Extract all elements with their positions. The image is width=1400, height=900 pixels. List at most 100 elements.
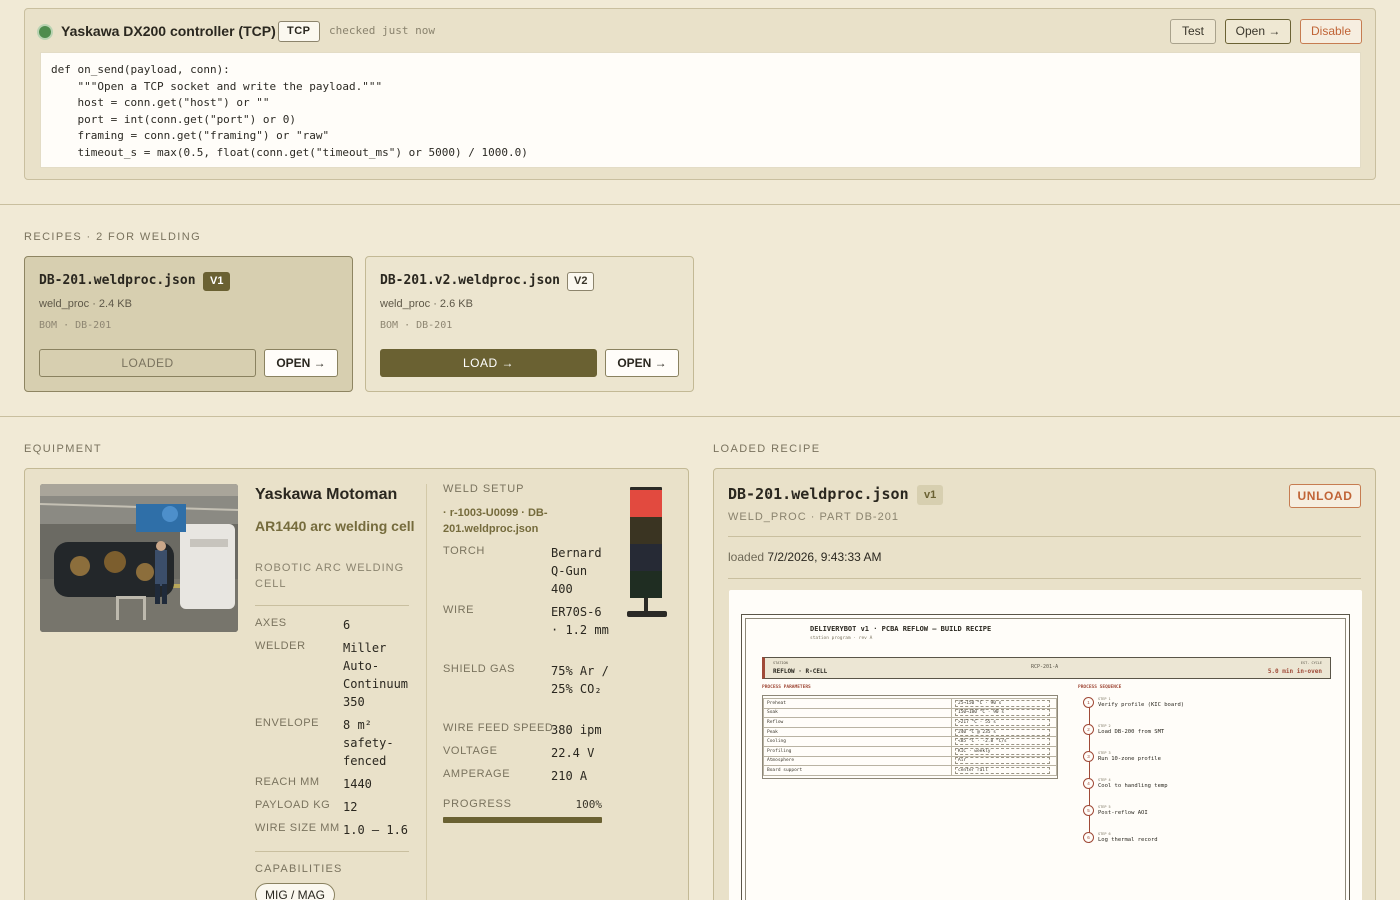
param-row: Preheat 25→150 °C · 90 s: [763, 698, 1057, 709]
weld-setup-heading: WELD SETUP: [443, 483, 525, 495]
unload-button[interactable]: UNLOAD: [1289, 484, 1361, 508]
step-text: Log thermal record: [1098, 837, 1158, 843]
station-bar: STATION REFLOW · R-CELL RCP-201-A EST. C…: [762, 657, 1331, 679]
param-value: 22.4 V: [551, 746, 595, 760]
version-badge: V2: [567, 272, 595, 291]
step-label: STEP 2: [1098, 724, 1111, 728]
param-key: TORCH: [443, 545, 485, 557]
loaded-time: 7/2/2026, 9:43:33 AM: [767, 550, 882, 564]
recipe-meta: weld_proc · 2.4 KB: [39, 298, 132, 310]
param-row: Reflow >217 °C · 55 s: [763, 717, 1057, 728]
step-label: STEP 3: [1098, 751, 1111, 755]
divider: [0, 204, 1400, 205]
divider: [255, 605, 409, 606]
loaded-status-button[interactable]: LOADED: [39, 349, 256, 377]
param-row: Soak 150→180 °C · 90 s: [763, 707, 1057, 719]
open-recipe-button[interactable]: OPEN →: [605, 349, 679, 377]
disable-button[interactable]: Disable: [1300, 19, 1362, 44]
test-button[interactable]: Test: [1170, 19, 1216, 44]
spec-value: 12: [343, 800, 358, 814]
sequence-heading: PROCESS SEQUENCE: [1078, 685, 1122, 690]
recipe-name: DB-201.v2.weldproc.json: [380, 273, 561, 288]
load-recipe-button[interactable]: LOAD →: [380, 349, 597, 377]
recipe-card-v2[interactable]: DB-201.v2.weldproc.json V2 weld_proc · 2…: [365, 256, 694, 392]
equipment-model: AR1440 arc welding cell: [255, 518, 415, 534]
protocol-badge: TCP: [278, 21, 320, 42]
spec-value: 1440: [343, 777, 372, 791]
loaded-recipe-heading: LOADED RECIPE: [713, 443, 821, 455]
step-text: Load DB-200 from SMT: [1098, 729, 1165, 735]
cycle-label: EST. CYCLE: [1300, 661, 1322, 665]
connector-panel: Yaskawa DX200 controller (TCP) TCP check…: [24, 8, 1376, 180]
step-text: Verify profile (KIC board): [1098, 702, 1185, 708]
spec-key: REACH MM: [255, 776, 320, 788]
param-value: ER70S-6 · 1.2 mm: [551, 605, 609, 637]
param-row: Board support center rail: [763, 765, 1057, 776]
loaded-recipe-name: DB-201.weldproc.json: [728, 485, 909, 503]
step-item: 5: [1083, 805, 1094, 816]
equipment-panel: Yaskawa Motoman AR1440 arc welding cell …: [24, 468, 689, 900]
recipe-code: RCP-201-A: [1031, 664, 1059, 670]
open-connector-button[interactable]: Open →: [1225, 19, 1291, 44]
params-table: Preheat 25→150 °C · 90 s Soak 150→180 °C ·…: [762, 695, 1058, 779]
step-label: STEP 1: [1098, 697, 1111, 701]
capabilities-heading: CAPABILITIES: [255, 863, 343, 875]
recipe-document-preview[interactable]: DELIVERYBOT v1 · PCBA REFLOW — BUILD REC…: [729, 590, 1362, 900]
step-text: Cool to handling temp: [1098, 783, 1168, 789]
param-row: Peak 240 °C @ 235 s: [763, 726, 1057, 738]
recipes-heading: RECIPES · 2 FOR WELDING: [24, 231, 202, 243]
cycle-value: 5.0 min in-oven: [1267, 668, 1322, 675]
equipment-heading: EQUIPMENT: [24, 443, 102, 455]
step-label: STEP 6: [1098, 832, 1111, 836]
param-value: 380 ipm: [551, 723, 602, 737]
spec-value: 8 m² safety-fenced: [343, 718, 394, 768]
version-badge: V1: [203, 272, 231, 291]
param-row: Cooling <85 °C · -2.8 °C/s: [763, 736, 1057, 747]
divider: [0, 416, 1400, 417]
step-item: 6: [1083, 832, 1094, 843]
progress-bar: [443, 817, 602, 823]
param-row: Profiling KIC · weekly: [763, 745, 1057, 757]
step-text: Run 10-zone profile: [1098, 756, 1161, 762]
param-value: Bernard Q-Gun 400: [551, 546, 602, 596]
progress-label: PROGRESS: [443, 798, 512, 810]
recipe-bom: BOM · DB-201: [39, 320, 112, 331]
open-recipe-button[interactable]: OPEN →: [264, 349, 338, 377]
param-key: WIRE FEED SPEED: [443, 722, 554, 734]
connector-title: Yaskawa DX200 controller (TCP): [61, 23, 276, 39]
spec-key: ENVELOPE: [255, 717, 320, 729]
spec-key: WIRE SIZE MM: [255, 822, 340, 834]
param-value: 210 A: [551, 769, 588, 783]
checked-status: checked just now: [329, 24, 435, 37]
loaded-recipe-panel: DB-201.weldproc.json v1 WELD_PROC · PART…: [713, 468, 1376, 900]
equipment-name: Yaskawa Motoman: [255, 486, 398, 503]
loaded-version-badge: v1: [917, 485, 944, 505]
document-frame: DELIVERYBOT v1 · PCBA REFLOW — BUILD REC…: [745, 618, 1346, 900]
recipe-bom: BOM · DB-201: [380, 320, 453, 331]
recipe-card-v1[interactable]: DB-201.weldproc.json V1 weld_proc · 2.4 …: [24, 256, 353, 392]
spec-key: WELDER: [255, 640, 306, 652]
param-row: Atmosphere Air: [763, 755, 1057, 767]
stack-light-icon: [625, 486, 669, 618]
spec-key: AXES: [255, 617, 287, 629]
loaded-timestamp: loaded 7/2/2026, 9:43:33 AM: [728, 550, 881, 564]
status-dot: [39, 26, 51, 38]
param-key: SHIELD GAS: [443, 663, 516, 675]
spec-value: 1.0 – 1.6: [343, 823, 409, 837]
doc-subtitle: station program · rev A: [810, 636, 873, 641]
equipment-type: ROBOTIC ARC WELDING CELL: [255, 562, 405, 590]
code-editor[interactable]: def on_send(payload, conn): """Open a TC…: [40, 52, 1361, 168]
param-key: VOLTAGE: [443, 745, 498, 757]
spec-value: Miller Auto-Continuum 350: [343, 641, 409, 709]
recipe-meta: weld_proc · 2.6 KB: [380, 298, 473, 310]
divider: [728, 536, 1361, 537]
equipment-photo: [40, 484, 238, 632]
step-text: Post-reflow AOI: [1098, 810, 1148, 816]
param-key: WIRE: [443, 604, 475, 616]
param-key: AMPERAGE: [443, 768, 511, 780]
step-label: STEP 4: [1098, 778, 1111, 782]
recipe-name: DB-201.weldproc.json: [39, 273, 196, 288]
param-value: 75% Ar / 25% CO₂: [551, 664, 609, 696]
step-item: 2: [1083, 724, 1094, 735]
step-item: 3: [1083, 751, 1094, 762]
